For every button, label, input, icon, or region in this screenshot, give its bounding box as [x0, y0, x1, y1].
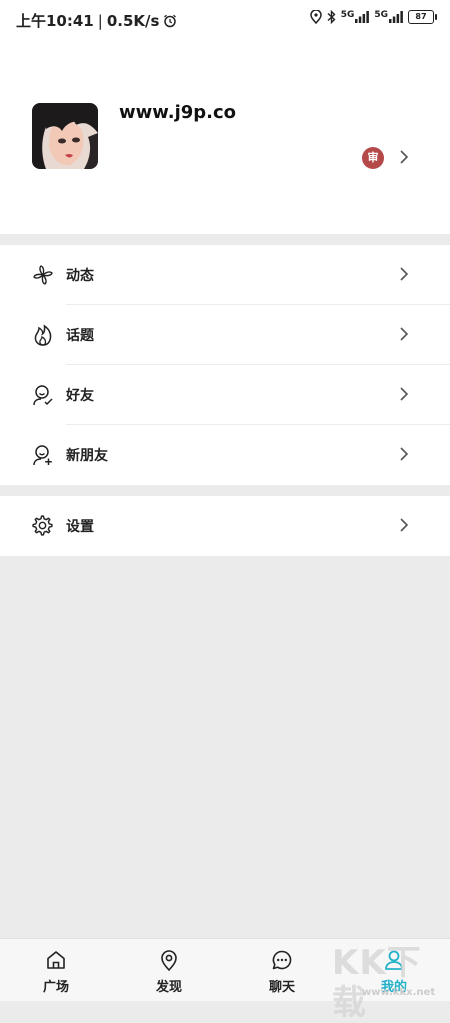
menu-label-moments: 动态	[66, 268, 94, 284]
chevron-right-icon[interactable]	[399, 149, 409, 165]
menu-group-settings: 设置	[0, 496, 450, 556]
location-pin-icon	[161, 950, 177, 971]
review-badge: 审	[362, 147, 384, 169]
nav-tab-chat[interactable]: 聊天	[226, 939, 338, 1001]
chevron-right-icon	[400, 267, 409, 281]
profile-card[interactable]: www.j9p.co 审	[0, 40, 450, 234]
chevron-right-icon	[400, 327, 409, 341]
status-left: 上午10:41 | 0.5K/s	[16, 10, 177, 31]
signal-5g-icon: 5G	[341, 11, 370, 23]
nav-label-square: 广场	[42, 980, 69, 995]
menu-item-new-friends[interactable]: 新朋友	[0, 425, 450, 485]
menu-item-moments[interactable]: 动态	[0, 245, 450, 305]
flame-icon	[34, 324, 52, 346]
gear-icon	[32, 515, 53, 536]
chevron-right-icon	[400, 518, 409, 532]
home-icon	[47, 951, 65, 969]
watermark-url: www.kkx.net	[362, 987, 436, 998]
menu-label-settings: 设置	[66, 519, 94, 535]
alarm-icon	[164, 14, 177, 27]
status-time: 上午10:41	[16, 12, 94, 30]
location-icon	[309, 10, 322, 24]
status-right: 5G 5G 87	[309, 10, 437, 24]
menu-item-friends[interactable]: 好友	[0, 365, 450, 425]
bluetooth-icon	[327, 10, 336, 24]
menu-item-topics[interactable]: 话题	[0, 305, 450, 365]
status-net-speed: 0.5K/s	[106, 11, 160, 30]
menu-label-topics: 话题	[66, 328, 94, 344]
nav-label-discover: 发现	[155, 980, 182, 995]
avatar[interactable]	[32, 103, 98, 169]
chevron-right-icon	[400, 387, 409, 401]
menu-label-new-friends: 新朋友	[66, 448, 108, 464]
signal-5g-icon-2: 5G	[374, 11, 403, 23]
nav-tab-discover[interactable]: 发现	[113, 939, 225, 1001]
nav-tab-square[interactable]: 广场	[0, 939, 112, 1001]
nav-label-chat: 聊天	[268, 980, 295, 995]
pinwheel-icon	[33, 265, 53, 285]
status-bar: 上午10:41 | 0.5K/s 5G 5G 87	[0, 0, 450, 40]
chat-bubble-icon	[272, 950, 292, 970]
username: www.j9p.co	[119, 102, 237, 123]
battery-indicator: 87	[408, 10, 437, 24]
menu-label-friends: 好友	[66, 388, 94, 404]
chevron-right-icon	[400, 447, 409, 461]
add-friend-icon	[33, 445, 52, 466]
friend-check-icon	[33, 385, 53, 406]
menu-item-settings[interactable]: 设置	[0, 496, 450, 556]
menu-group-main: 动态 话题 好友 新朋友	[0, 245, 450, 485]
status-separator: |	[97, 11, 103, 30]
bottom-navigation: 广场 发现 聊天 我的 KK下载 www.kkx.net	[0, 938, 450, 1023]
